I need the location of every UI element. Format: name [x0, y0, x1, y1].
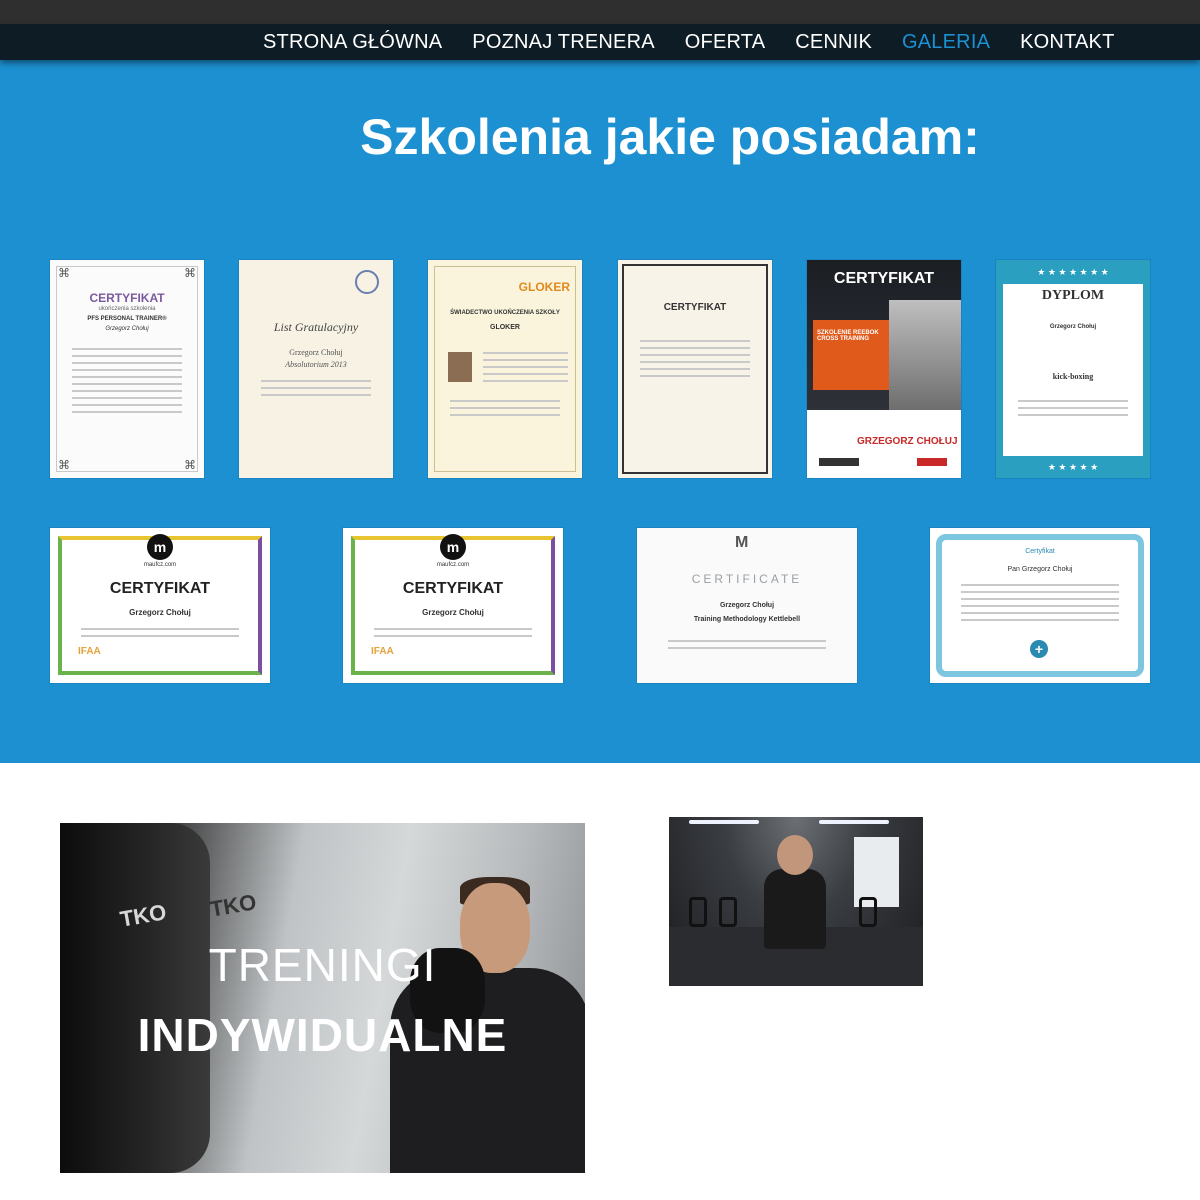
photo-placeholder	[448, 352, 472, 382]
certificate-text-lines	[80, 628, 240, 642]
logo-reebok	[917, 458, 947, 466]
nav-item-cennik[interactable]: CENNIK	[780, 31, 887, 54]
exercise-bike	[859, 897, 877, 927]
ifaa-badge: IFAA	[371, 646, 394, 657]
nav-item-oferta[interactable]: OFERTA	[670, 31, 780, 54]
main-navigation: STRONA GŁÓWNA POZNAJ TRENERA OFERTA CENN…	[0, 24, 1200, 60]
certificate-subheading: Absolutorium 2013	[285, 360, 347, 369]
logo-caption: maufcz.com	[143, 562, 177, 568]
ceiling-light	[689, 820, 759, 824]
top-strip	[0, 0, 1200, 24]
certificate-heading: CERTYFIKAT	[663, 302, 727, 313]
certificate-text-lines	[960, 584, 1120, 626]
nav-item-galeria[interactable]: GALERIA	[887, 31, 1005, 54]
certificate-subheading: ŚWIADECTWO UKOŃCZENIA SZKOŁY	[450, 310, 560, 316]
maufcz-logo-icon: m	[440, 534, 466, 560]
certificate-text-lines	[260, 380, 372, 401]
certificate-recipient: Grzegorz Chołuj	[289, 348, 343, 357]
certificate-heading: DYPLOM	[1041, 288, 1105, 303]
nav-item-strona-glowna[interactable]: STRONA GŁÓWNA	[248, 31, 457, 54]
promo-title-line-1: TRENINGI	[208, 939, 437, 991]
certificate-heading: CERTYFIKAT	[833, 270, 935, 287]
certificate-text-lines	[449, 400, 561, 421]
certificate-text-lines	[373, 628, 533, 642]
trainer-figure	[764, 869, 826, 949]
certificate-generic[interactable]: CERTYFIKAT	[618, 260, 772, 478]
certificate-text-lines	[71, 348, 183, 418]
certificate-maufcz-1[interactable]: m maufcz.com CERTYFIKAT Grzegorz Chołuj …	[50, 528, 270, 683]
monogram-logo-icon: M	[735, 534, 749, 551]
gloker-logo: GLOKER	[518, 280, 570, 294]
promo-title-line-2: INDYWIDUALNE	[137, 1009, 508, 1061]
nav-item-kontakt[interactable]: KONTAKT	[1005, 31, 1129, 54]
certificate-heading: CERTIFICATE	[691, 572, 803, 586]
logo-caption: maufcz.com	[436, 562, 470, 568]
maufcz-logo-icon: m	[147, 534, 173, 560]
certificate-dyplom-kickboxing[interactable]: ★ ★ ★ ★ ★ ★ ★ ★ ★ ★ ★ ★ DYPLOM Grzegorz …	[996, 260, 1150, 478]
ifaa-badge: IFAA	[78, 646, 101, 657]
certificate-recipient: Grzegorz Chołuj	[422, 608, 484, 617]
nav-list: STRONA GŁÓWNA POZNAJ TRENERA OFERTA CENN…	[248, 24, 1130, 60]
certificate-heading: CERTYFIKAT	[402, 580, 504, 597]
nav-item-poznaj-trenera[interactable]: POZNAJ TRENERA	[457, 31, 669, 54]
certificate-detail: Training Methodology Kettlebell	[693, 616, 801, 623]
certificate-recipient: Grzegorz Chołuj	[1049, 324, 1097, 330]
certificate-subheading: SZKOLENIE REEBOK CROSS TRAINING	[817, 330, 879, 342]
corner-ornament-icon: ⌘	[58, 266, 70, 280]
certificate-subheading: ukończenia szkolenia	[98, 306, 156, 312]
certificate-text-lines	[639, 340, 751, 382]
certificate-heading: CERTYFIKAT	[109, 580, 211, 597]
certificate-recipient: Grzegorz Chołuj	[105, 326, 149, 332]
logo-havas	[819, 458, 859, 466]
medical-cross-icon: +	[1030, 640, 1048, 658]
certificate-recipient: Grzegorz Chołuj	[129, 608, 191, 617]
certificate-heading: Certyfikat	[1025, 548, 1055, 555]
gym-photo[interactable]	[669, 817, 923, 986]
certificate-detail: GLOKER	[490, 324, 520, 331]
certificate-reebok-cross-training[interactable]: CERTYFIKAT SZKOLENIE REEBOK CROSS TRAINI…	[807, 260, 961, 478]
certificate-text-lines	[1017, 400, 1129, 421]
certificate-list-gratulacyjny[interactable]: List Gratulacyjny Grzegorz Chołuj Absolu…	[239, 260, 393, 478]
individual-training-image[interactable]: TKO TKO	[60, 823, 585, 1173]
stars-decoration-icon: ★ ★ ★ ★ ★	[996, 456, 1150, 478]
certificate-text-lines	[667, 640, 827, 654]
certificate-recipient: Pan Grzegorz Chołuj	[1007, 566, 1073, 573]
certificate-detail: PFS PERSONAL TRAINER®	[87, 316, 167, 322]
corner-ornament-icon: ⌘	[58, 458, 70, 472]
trainer-head	[777, 835, 813, 875]
certificate-aed-operator[interactable]: Certyfikat Pan Grzegorz Chołuj +	[930, 528, 1150, 683]
punching-bag	[60, 823, 210, 1173]
certificate-recipient: Grzegorz Chołuj	[719, 602, 775, 609]
stars-decoration-icon: ★ ★ ★ ★ ★ ★ ★	[996, 260, 1150, 284]
certificate-heading: List Gratulacyjny	[273, 320, 359, 334]
certificates-title: Szkolenia jakie posiadam:	[360, 109, 980, 165]
exercise-bike	[719, 897, 737, 927]
corner-ornament-icon: ⌘	[184, 266, 196, 280]
certificate-gloker[interactable]: GLOKER ŚWIADECTWO UKOŃCZENIA SZKOŁY GLOK…	[428, 260, 582, 478]
seal-icon	[355, 270, 379, 294]
bag-logo-text: TKO	[208, 889, 259, 922]
certificate-heading: CERTYFIKAT	[89, 291, 165, 305]
certificate-pfs-personal-trainer[interactable]: ⌘ ⌘ ⌘ ⌘ CERTYFIKAT ukończenia szkolenia …	[50, 260, 204, 478]
corner-ornament-icon: ⌘	[184, 458, 196, 472]
ceiling-light	[819, 820, 889, 824]
certificate-recipient: GRZEGORZ CHOŁUJ	[857, 436, 958, 447]
certificate-detail: kick-boxing	[1052, 372, 1094, 381]
certificate-text-lines	[483, 352, 568, 387]
exercise-bike	[689, 897, 707, 927]
certificate-maufcz-2[interactable]: m maufcz.com CERTYFIKAT Grzegorz Chołuj …	[343, 528, 563, 683]
certificate-kettlebell[interactable]: M CERTIFICATE Grzegorz Chołuj Training M…	[637, 528, 857, 683]
